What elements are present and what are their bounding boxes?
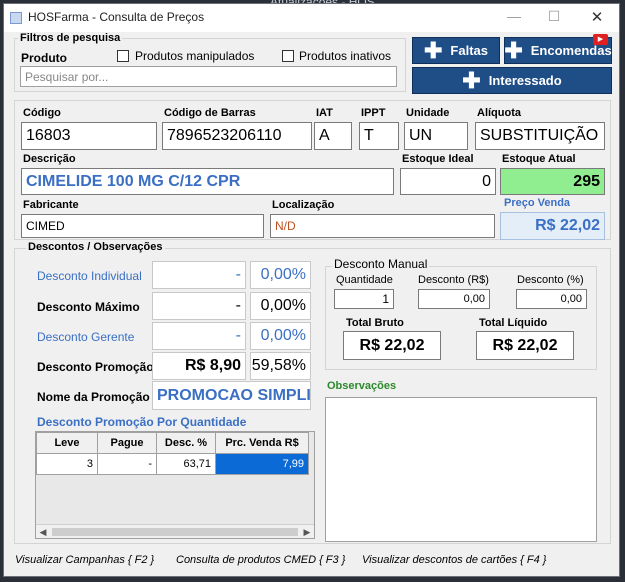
cell-desc[interactable]: 63,71 [156, 453, 216, 475]
scroll-thumb[interactable] [52, 528, 298, 536]
promo-qty-table: Leve Pague Desc. % Prc. Venda R$ 3 - 63,… [36, 432, 309, 475]
main-window: HOSFarma - Consulta de Preços — ☐ ✕ Filt… [3, 3, 620, 577]
observacoes-label: Observações [327, 380, 397, 392]
plus-icon: ✚ [423, 37, 443, 63]
aliquota-label: Alíquota [477, 107, 521, 119]
aliquota-field[interactable]: SUBSTITUIÇÃO [475, 122, 605, 150]
fabricante-field[interactable]: CIMED [21, 214, 264, 238]
total-bruto-field: R$ 22,02 [343, 331, 441, 360]
table-row[interactable]: 3 - 63,71 7,99 [36, 453, 309, 475]
observacoes-field[interactable] [325, 397, 597, 542]
ippt-field[interactable]: T [359, 122, 399, 150]
desconto-individual-label: Desconto Individual [37, 269, 142, 283]
iat-field[interactable]: A [314, 122, 352, 150]
ippt-label: IPPT [361, 107, 386, 119]
quantidade-label: Quantidade [336, 274, 393, 286]
col-prc-venda[interactable]: Prc. Venda R$ [215, 432, 309, 454]
maximize-icon[interactable]: ☐ [539, 8, 569, 28]
desc-pct-field[interactable]: 0,00 [516, 289, 587, 309]
barras-label: Código de Barras [164, 107, 256, 119]
interessado-label: Interessado [488, 73, 562, 88]
iat-label: IAT [316, 107, 333, 119]
inativos-label: Produtos inativos [299, 49, 392, 63]
close-icon[interactable]: ✕ [582, 8, 612, 28]
video-badge-icon: ▶ [593, 34, 608, 45]
preco-venda-label: Preço Venda [504, 197, 571, 209]
desconto-gerente-pct[interactable]: 0,00% [250, 322, 311, 350]
window-title: HOSFarma - Consulta de Preços [28, 10, 205, 24]
plus-icon: ✚ [462, 67, 481, 93]
desc-rs-field[interactable]: 0,00 [418, 289, 490, 309]
cartoes-link[interactable]: Visualizar descontos de cartões { F4 } [362, 554, 546, 566]
produto-label: Produto [21, 51, 67, 65]
cell-leve[interactable]: 3 [36, 453, 98, 475]
desconto-gerente-label: Desconto Gerente [37, 330, 135, 344]
search-input[interactable]: Pesquisar por... [20, 66, 397, 87]
total-liquido-label: Total Líquido [479, 317, 548, 329]
total-bruto-label: Total Bruto [346, 317, 404, 329]
manipulados-checkbox[interactable] [117, 50, 129, 62]
title-bar: HOSFarma - Consulta de Preços — ☐ ✕ [4, 4, 619, 32]
quantidade-field[interactable]: 1 [334, 289, 394, 309]
col-desc[interactable]: Desc. % [156, 432, 216, 454]
manual-title: Desconto Manual [332, 257, 430, 271]
scroll-left-icon[interactable]: ◀ [36, 525, 50, 538]
codigo-field[interactable]: 16803 [21, 122, 157, 150]
desconto-promocao-value[interactable]: R$ 8,90 [152, 352, 246, 380]
inativos-checkbox[interactable] [282, 50, 294, 62]
desconto-maximo-label: Desconto Máximo [37, 300, 140, 314]
nome-promocao-label: Nome da Promoção [37, 390, 150, 404]
total-liquido-field: R$ 22,02 [476, 331, 574, 360]
campanhas-link[interactable]: Visualizar Campanhas { F2 } [15, 554, 154, 566]
desconto-individual-value[interactable]: - [152, 261, 246, 289]
unidade-field[interactable]: UN [404, 122, 468, 150]
cell-pague[interactable]: - [97, 453, 157, 475]
codigo-label: Código [23, 107, 61, 119]
desconto-gerente-value[interactable]: - [152, 322, 246, 350]
filters-title: Filtros de pesquisa [18, 32, 123, 44]
desconto-individual-pct[interactable]: 0,00% [250, 261, 311, 289]
cmed-link[interactable]: Consulta de produtos CMED { F3 } [176, 554, 345, 566]
plus-icon: ✚ [504, 37, 523, 63]
descricao-label: Descrição [23, 153, 76, 165]
horizontal-scrollbar[interactable]: ◀ ▶ [36, 524, 314, 538]
desconto-maximo-value[interactable]: - [152, 292, 246, 320]
faltas-label: Faltas [450, 43, 488, 58]
localizacao-field[interactable]: N/D [270, 214, 495, 238]
desconto-qtd-title: Desconto Promoção Por Quantidade [37, 415, 247, 429]
desc-rs-label: Desconto (R$) [418, 274, 489, 286]
faltas-button[interactable]: ✚ Faltas [412, 37, 500, 64]
desc-pct-label: Desconto (%) [517, 274, 584, 286]
encomendas-label: Encomendas [530, 43, 612, 58]
estoque-atual-label: Estoque Atual [502, 153, 576, 165]
col-pague[interactable]: Pague [97, 432, 157, 454]
app-icon [10, 12, 22, 24]
manipulados-label: Produtos manipulados [135, 49, 255, 63]
preco-venda-field[interactable]: R$ 22,02 [500, 212, 605, 240]
barras-field[interactable]: 7896523206110 [162, 122, 312, 150]
fabricante-label: Fabricante [23, 199, 79, 211]
scroll-right-icon[interactable]: ▶ [300, 525, 314, 538]
interessado-button[interactable]: ✚ Interessado [412, 67, 612, 94]
desconto-maximo-pct[interactable]: 0,00% [250, 292, 311, 320]
cell-prc-venda[interactable]: 7,99 [215, 453, 309, 475]
estoque-ideal-field[interactable]: 0 [400, 168, 496, 195]
minimize-icon[interactable]: — [499, 8, 529, 28]
nome-promocao-field[interactable]: PROMOCAO SIMPLII [152, 381, 311, 410]
estoque-ideal-label: Estoque Ideal [402, 153, 474, 165]
promo-qty-grid: Leve Pague Desc. % Prc. Venda R$ 3 - 63,… [35, 431, 315, 539]
desconto-promocao-label: Desconto Promoção [37, 360, 154, 374]
unidade-label: Unidade [406, 107, 450, 119]
descricao-field[interactable]: CIMELIDE 100 MG C/12 CPR [21, 168, 394, 195]
desconto-promocao-pct[interactable]: 59,58% [250, 352, 311, 380]
col-leve[interactable]: Leve [36, 432, 98, 454]
estoque-atual-field[interactable]: 295 [500, 168, 605, 195]
localizacao-label: Localização [272, 199, 335, 211]
descontos-title: Descontos / Observações [26, 241, 165, 253]
